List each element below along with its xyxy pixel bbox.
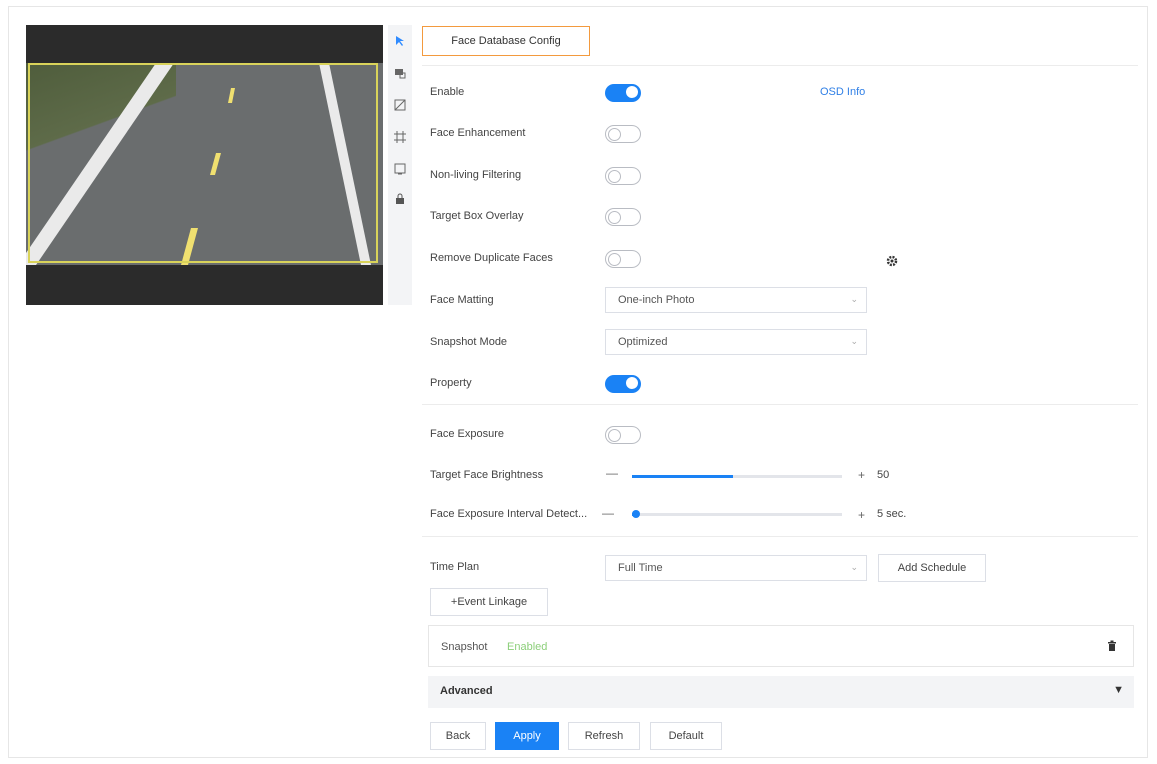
face-matting-label: Face Matting — [430, 294, 494, 306]
snapshot-status: Enabled — [507, 641, 548, 653]
time-plan-value: Full Time — [618, 562, 663, 574]
polygon-icon[interactable] — [392, 97, 408, 113]
decrease-button[interactable]: — — [606, 466, 618, 480]
gear-icon[interactable] — [886, 255, 898, 270]
snapshot-mode-select[interactable]: Optimized ⌄ — [605, 329, 867, 355]
increase-button[interactable]: + — [858, 468, 865, 482]
remove-duplicate-faces-label: Remove Duplicate Faces — [430, 252, 553, 264]
slider-fill — [632, 475, 733, 478]
target-box-overlay-label: Target Box Overlay — [430, 210, 524, 222]
box-icon[interactable] — [392, 161, 408, 177]
target-face-brightness-slider[interactable] — [632, 475, 842, 478]
face-enhancement-label: Face Enhancement — [430, 127, 526, 139]
tab-face-database-config[interactable]: Face Database Config — [422, 26, 590, 56]
face-exposure-label: Face Exposure — [430, 428, 504, 440]
remove-duplicate-faces-toggle[interactable] — [605, 250, 641, 268]
time-plan-label: Time Plan — [430, 561, 480, 573]
advanced-label: Advanced — [440, 685, 493, 697]
snapshot-linkage-panel: Snapshot Enabled — [428, 625, 1134, 667]
face-enhancement-toggle[interactable] — [605, 125, 641, 143]
face-exposure-interval-label: Face Exposure Interval Detect... — [430, 508, 588, 520]
face-matting-value: One-inch Photo — [618, 294, 695, 306]
snapshot-mode-value: Optimized — [618, 336, 668, 348]
chevron-down-icon: ⌄ — [850, 336, 858, 346]
lock-icon[interactable] — [392, 191, 408, 207]
draw-rule-icon[interactable] — [392, 65, 408, 81]
face-exposure-interval-value: 5 sec. — [877, 508, 907, 520]
enable-toggle[interactable] — [605, 84, 641, 102]
target-face-brightness-label: Target Face Brightness — [430, 469, 544, 481]
apply-button[interactable]: Apply — [495, 722, 559, 750]
detection-area-box[interactable] — [28, 63, 378, 263]
non-living-filtering-label: Non-living Filtering — [430, 169, 522, 181]
snapshot-label: Snapshot — [441, 641, 488, 653]
trash-icon[interactable] — [1107, 640, 1117, 655]
property-label: Property — [430, 377, 472, 389]
divider — [422, 65, 1138, 66]
osd-info-link[interactable]: OSD Info — [820, 86, 865, 98]
drawing-toolbar — [388, 25, 412, 305]
enable-label: Enable — [430, 86, 465, 98]
face-exposure-interval-slider[interactable] — [632, 510, 842, 518]
target-face-brightness-value: 50 — [877, 469, 890, 481]
property-toggle[interactable] — [605, 375, 641, 393]
time-plan-select[interactable]: Full Time ⌄ — [605, 555, 867, 581]
decrease-button[interactable]: — — [602, 506, 614, 520]
cursor-icon[interactable] — [392, 33, 408, 49]
event-linkage-button[interactable]: +Event Linkage — [430, 588, 548, 616]
divider — [422, 536, 1138, 537]
chevron-down-icon: ⌄ — [850, 294, 858, 304]
target-box-overlay-toggle[interactable] — [605, 208, 641, 226]
back-button[interactable]: Back — [430, 722, 486, 750]
face-matting-select[interactable]: One-inch Photo ⌄ — [605, 287, 867, 313]
face-exposure-toggle[interactable] — [605, 426, 641, 444]
default-button[interactable]: Default — [650, 722, 722, 750]
non-living-filtering-toggle[interactable] — [605, 167, 641, 185]
area-icon[interactable] — [392, 129, 408, 145]
snapshot-mode-label: Snapshot Mode — [430, 336, 508, 348]
chevron-down-icon: ⌄ — [850, 562, 858, 572]
refresh-button[interactable]: Refresh — [568, 722, 640, 750]
chevron-down-icon[interactable]: ▼ — [1113, 684, 1124, 696]
increase-button[interactable]: + — [858, 508, 865, 522]
add-schedule-button[interactable]: Add Schedule — [878, 554, 986, 582]
divider — [422, 404, 1138, 405]
live-video-preview[interactable] — [26, 25, 383, 305]
advanced-section[interactable]: Advanced ▼ — [428, 676, 1134, 708]
